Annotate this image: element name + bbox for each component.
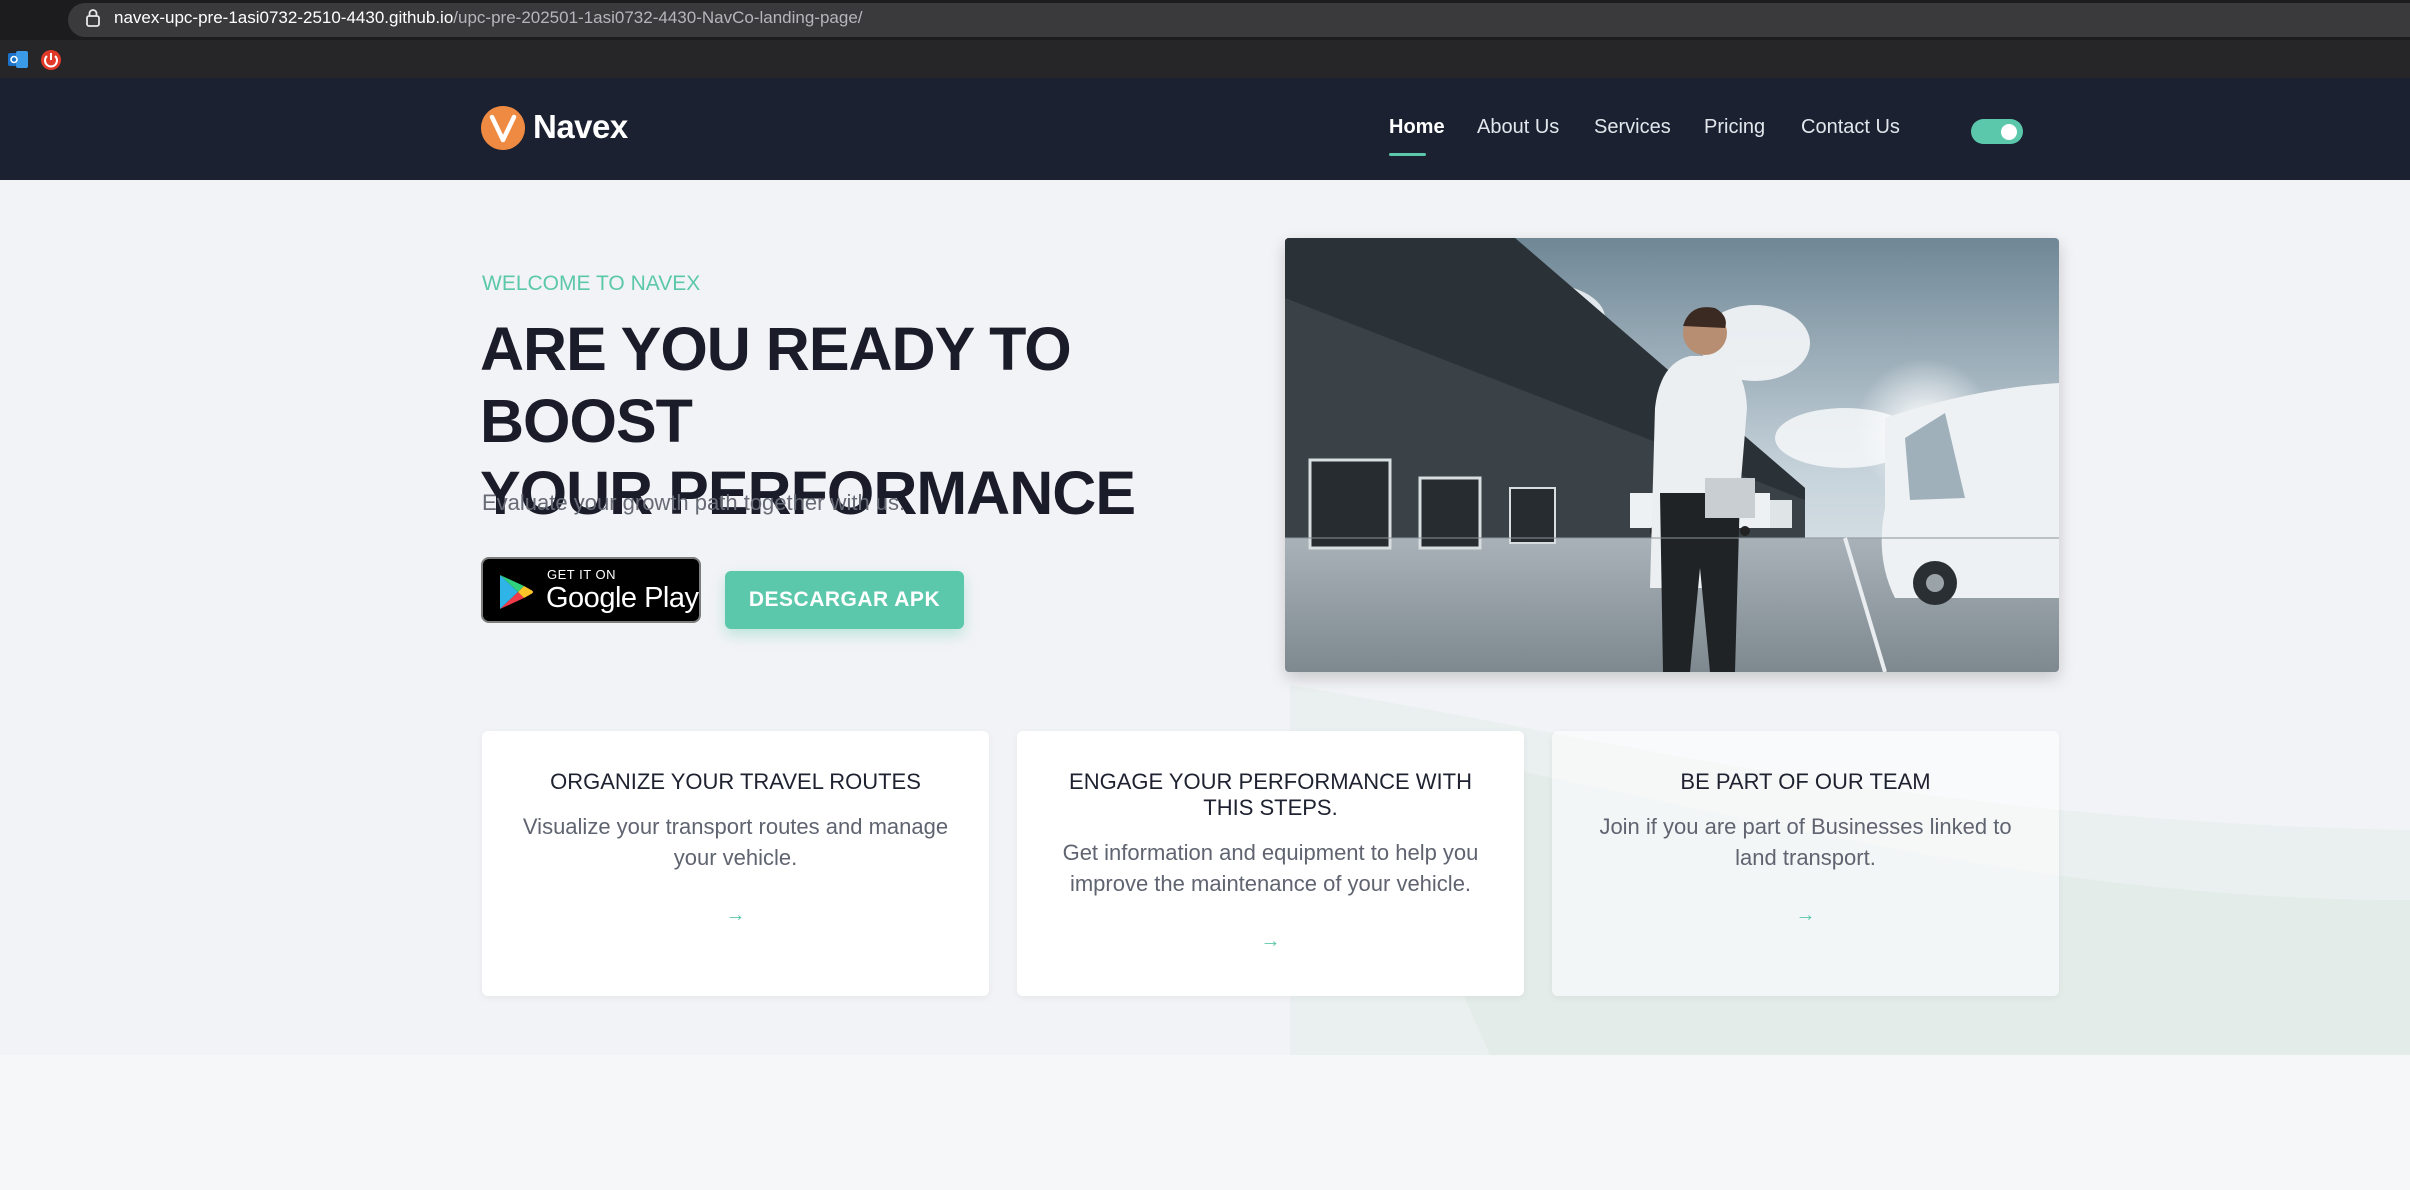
nav-about-us[interactable]: About Us [1477, 116, 1559, 139]
nav-services[interactable]: Services [1594, 116, 1671, 139]
google-play-label: Google Play [546, 582, 699, 614]
card-text: Visualize your transport routes and mana… [522, 814, 949, 870]
google-play-caption: GET IT ON [547, 567, 617, 582]
browser-address-bar: navex-upc-pre-1asi0732-2510-4430.github.… [0, 0, 2410, 40]
lock-icon [86, 9, 100, 27]
nav-pricing[interactable]: Pricing [1704, 116, 1765, 139]
card-title: ORGANIZE YOUR TRAVEL ROUTES [550, 769, 921, 794]
feature-card-team[interactable]: BE PART OF OUR TEAM Join if you are part… [1552, 731, 2059, 996]
bookmark-power-icon[interactable] [40, 49, 62, 71]
card-text: Join if you are part of Businesses linke… [1599, 814, 2012, 870]
hero-eyebrow: WELCOME TO NAVEX [482, 272, 701, 295]
navex-logo-icon[interactable] [481, 106, 525, 150]
outlook-bookmark-icon[interactable] [8, 51, 28, 68]
hero-subtitle: Evaluate your growth path together with … [482, 490, 906, 515]
theme-toggle-knob [2001, 124, 2017, 140]
arrow-right-icon[interactable]: → [1552, 904, 2059, 927]
nav-contact-us[interactable]: Contact Us [1801, 116, 1900, 139]
google-play-button[interactable]: GET IT ON Google Play [481, 557, 701, 623]
url-path: /upc-pre-202501-1asi0732-4430-NavCo-land… [453, 8, 863, 27]
feature-card-routes[interactable]: ORGANIZE YOUR TRAVEL ROUTES Visualize yo… [482, 731, 989, 996]
feature-card-performance[interactable]: ENGAGE YOUR PERFORMANCE WITH THIS STEPS.… [1017, 731, 1524, 996]
url-text[interactable]: navex-upc-pre-1asi0732-2510-4430.github.… [114, 8, 863, 28]
download-apk-button[interactable]: DESCARGAR APK [725, 571, 964, 629]
nav-home[interactable]: Home [1389, 116, 1445, 139]
nav-active-indicator [1389, 153, 1426, 156]
headline-line-1: ARE YOU READY TO BOOST [480, 315, 1072, 455]
card-title: BE PART OF OUR TEAM [1680, 769, 1931, 794]
hero-image [1285, 238, 2059, 672]
url-host: navex-upc-pre-1asi0732-2510-4430.github.… [114, 8, 454, 27]
google-play-icon [500, 575, 533, 609]
top-navbar [0, 78, 2410, 180]
card-text: Get information and equipment to help yo… [1062, 840, 1479, 896]
warehouse-scene-illustration [1285, 238, 2059, 672]
arrow-right-icon[interactable]: → [482, 904, 989, 927]
arrow-right-icon[interactable]: → [1017, 930, 1524, 953]
card-title: ENGAGE YOUR PERFORMANCE WITH THIS STEPS. [1069, 769, 1472, 820]
bookmarks-bar [0, 40, 2410, 78]
brand-name[interactable]: Navex [533, 108, 628, 146]
